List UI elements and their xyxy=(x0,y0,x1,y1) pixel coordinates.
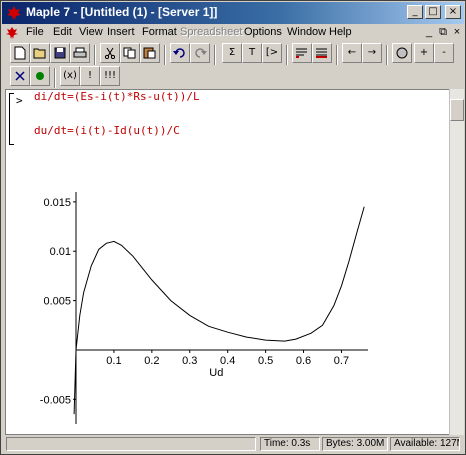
y-tick-label: 0.005 xyxy=(43,296,71,308)
toolbar-separator xyxy=(54,68,56,88)
close-button[interactable]: × xyxy=(445,5,461,19)
toolbar-separator xyxy=(386,45,388,65)
y-tick-label: 0.01 xyxy=(50,246,71,258)
maple-leaf-icon xyxy=(7,6,21,20)
x-tick-label: 0.4 xyxy=(220,355,235,367)
execute-icon[interactable]: ! xyxy=(80,66,100,86)
status-bytes: Bytes: 3.00M xyxy=(322,437,388,451)
menu-help[interactable]: Help xyxy=(329,26,352,38)
menu-file[interactable]: File xyxy=(26,26,44,38)
sigma-icon[interactable]: Σ xyxy=(222,43,242,63)
undo-icon[interactable] xyxy=(170,43,190,63)
toolbar-separator xyxy=(94,45,96,65)
zoom-in-icon[interactable]: + xyxy=(414,43,434,63)
y-tick-label: 0.015 xyxy=(43,197,71,209)
zoom-out-icon[interactable]: - xyxy=(434,43,454,63)
menu-view[interactable]: View xyxy=(79,26,103,38)
context-toolbar: (x) ! !!! xyxy=(2,66,464,90)
maximize-button[interactable]: □ xyxy=(425,5,441,19)
math-input-icon[interactable] xyxy=(10,66,30,86)
exec-all-icon[interactable] xyxy=(312,43,332,63)
minimize-button[interactable]: _ xyxy=(407,5,423,19)
window-title: Maple 7 - [Untitled (1) - [Server 1]] xyxy=(26,5,218,19)
input-line-du[interactable]: du/dt=(i(t)-Id(u(t))/C xyxy=(34,124,180,137)
copy-icon[interactable] xyxy=(120,43,140,63)
input-prompt: > xyxy=(16,94,23,107)
x-tick-label: 0.1 xyxy=(106,355,121,367)
toolbar-separator xyxy=(214,45,216,65)
forward-icon[interactable]: → xyxy=(362,43,382,63)
doc-restore-button[interactable]: ⧉ xyxy=(436,26,450,39)
menu-bar: File Edit View Insert Format Spreadsheet… xyxy=(2,24,464,42)
stop-icon[interactable] xyxy=(392,43,412,63)
cut-icon[interactable] xyxy=(100,43,120,63)
menu-edit[interactable]: Edit xyxy=(53,26,72,38)
x-axis-label: Ud xyxy=(209,367,223,379)
redo-icon[interactable] xyxy=(190,43,210,63)
open-icon[interactable] xyxy=(30,43,50,63)
inert-text-icon[interactable]: (x) xyxy=(60,66,80,86)
x-tick-label: 0.6 xyxy=(296,355,311,367)
maple-window: Maple 7 - [Untitled (1) - [Server 1]] _ … xyxy=(0,0,466,455)
document-icon[interactable] xyxy=(5,26,19,40)
x-tick-label: 0.3 xyxy=(182,355,197,367)
back-icon[interactable]: ← xyxy=(342,43,362,63)
toolbar-separator xyxy=(164,45,166,65)
x-tick-label: 0.2 xyxy=(144,355,159,367)
scrollbar-thumb[interactable] xyxy=(450,99,464,121)
status-bar: Time: 0.3s Bytes: 3.00M Available: 127M xyxy=(2,435,464,453)
worksheet[interactable]: > di/dt=(Es-i(t)*Rs-u(t))/L du/dt=(i(t)-… xyxy=(5,89,451,435)
series-line xyxy=(73,206,365,415)
toolbar-separator xyxy=(336,45,338,65)
text-icon[interactable]: T xyxy=(242,43,262,63)
main-toolbar: Σ T [> ← → + - xyxy=(2,43,464,67)
x-tick-label: 0.5 xyxy=(258,355,273,367)
insert-input-icon[interactable]: [> xyxy=(262,43,282,63)
title-bar: Maple 7 - [Untitled (1) - [Server 1]] _ … xyxy=(2,2,464,24)
x-tick-label: 0.7 xyxy=(334,355,349,367)
plot[interactable]: 0.1 0.2 0.3 0.4 0.5 0.6 0.7 0.015 0.01 0.005 -0.00… xyxy=(36,188,376,428)
status-time: Time: 0.3s xyxy=(260,437,320,451)
menu-window[interactable]: Window xyxy=(287,26,326,38)
y-tick-label: -0.005 xyxy=(40,394,71,406)
menu-format[interactable]: Format xyxy=(142,26,177,38)
menu-options[interactable]: Options xyxy=(244,26,282,38)
save-icon[interactable] xyxy=(50,43,70,63)
execute-all-icon[interactable]: !!! xyxy=(100,66,120,86)
print-icon[interactable] xyxy=(70,43,90,63)
menu-insert[interactable]: Insert xyxy=(107,26,135,38)
new-icon[interactable] xyxy=(10,43,30,63)
status-message xyxy=(6,437,256,451)
menu-spreadsheet[interactable]: Spreadsheet xyxy=(180,26,242,38)
vertical-scrollbar[interactable] xyxy=(449,89,464,435)
status-available: Available: 127M xyxy=(390,437,460,451)
exec-group-icon[interactable] xyxy=(292,43,312,63)
doc-minimize-button[interactable]: _ xyxy=(422,26,436,38)
input-line-di[interactable]: di/dt=(Es-i(t)*Rs-u(t))/L xyxy=(34,90,200,103)
doc-close-button[interactable]: × xyxy=(450,26,464,38)
maple-input-icon[interactable] xyxy=(30,66,50,86)
toolbar-separator xyxy=(286,45,288,65)
execution-group-bracket[interactable] xyxy=(9,93,14,145)
paste-icon[interactable] xyxy=(140,43,160,63)
